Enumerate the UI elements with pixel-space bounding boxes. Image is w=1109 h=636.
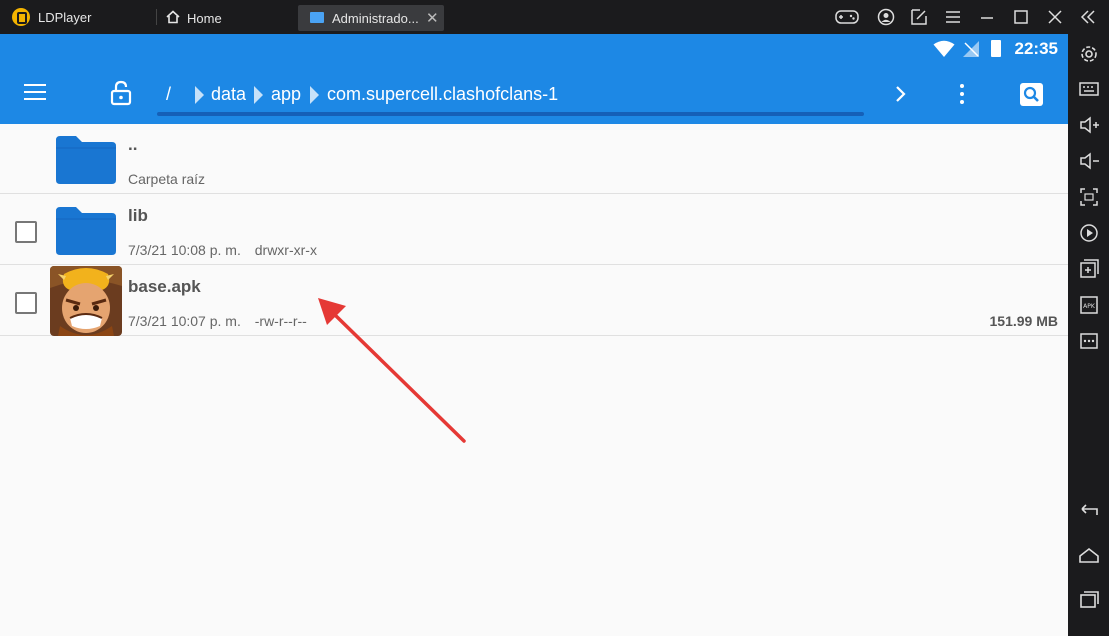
more-icon[interactable] xyxy=(1078,330,1100,352)
volume-down-icon[interactable] xyxy=(1078,150,1100,172)
fullscreen-icon[interactable] xyxy=(1078,186,1100,208)
annotation-arrow xyxy=(318,298,466,443)
keyboard-icon[interactable] xyxy=(1078,78,1100,100)
record-icon[interactable] xyxy=(1078,222,1100,244)
back-icon[interactable] xyxy=(1078,500,1100,522)
add-window-icon[interactable] xyxy=(1078,258,1100,280)
android-home-icon[interactable] xyxy=(1078,544,1100,566)
install-apk-icon[interactable]: APK xyxy=(1078,294,1100,316)
emulator-sidebar: APK xyxy=(1068,34,1109,636)
settings-icon[interactable] xyxy=(1078,43,1100,65)
svg-text:APK: APK xyxy=(1083,303,1096,310)
volume-up-icon[interactable] xyxy=(1078,114,1100,136)
recent-apps-icon[interactable] xyxy=(1078,588,1100,610)
